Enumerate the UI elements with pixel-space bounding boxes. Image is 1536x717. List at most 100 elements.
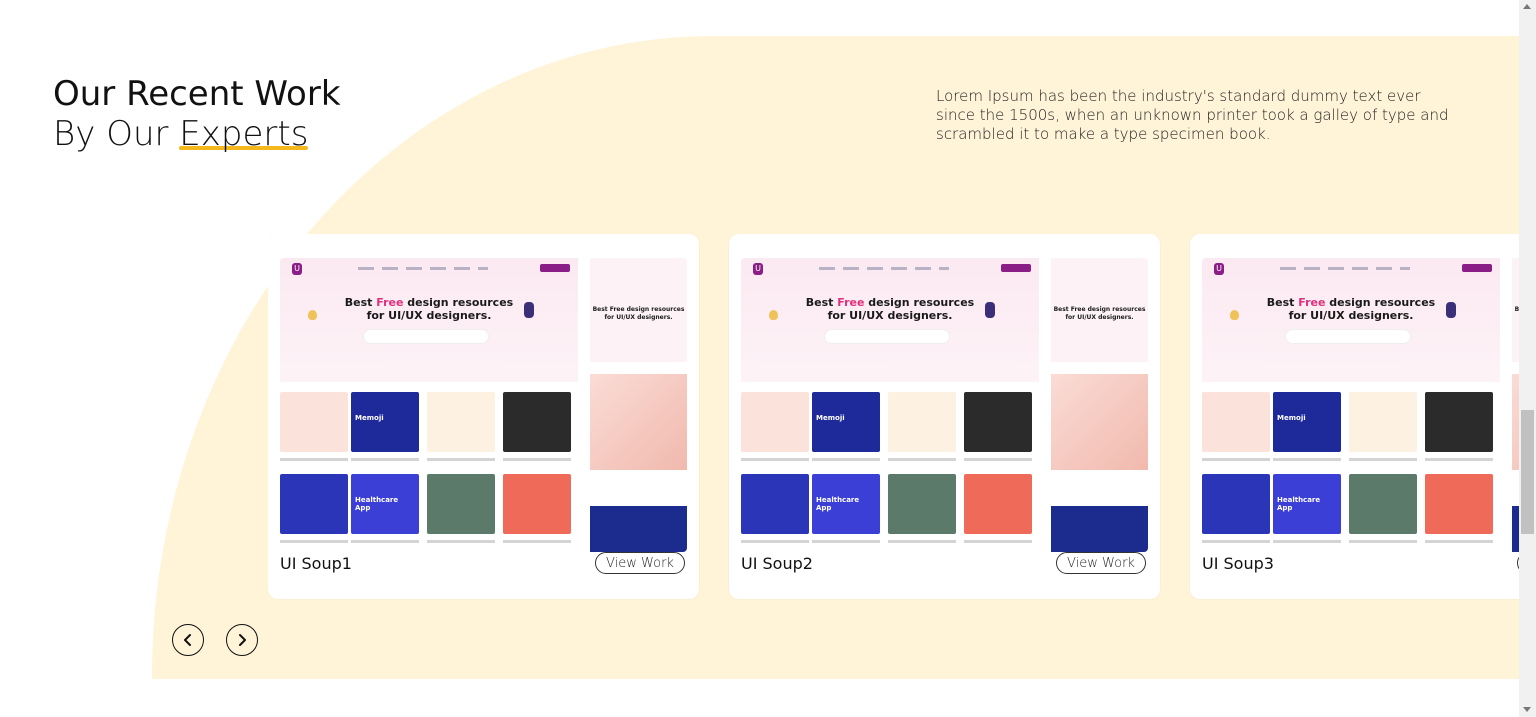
scroll-down-arrow-icon[interactable]	[1523, 707, 1531, 712]
preview-tile	[1202, 474, 1270, 534]
preview-tile-caption	[1425, 458, 1493, 461]
preview-tile: Healthcare App	[812, 474, 880, 534]
preview-tile-caption	[888, 458, 956, 461]
preview-nav-button	[1001, 264, 1031, 272]
heading-line-2-prefix: By Our	[53, 114, 180, 154]
work-card: U Best Free design resources for UI/UX de…	[268, 234, 699, 599]
chevron-left-icon	[184, 634, 191, 646]
hero-title-highlight: Free	[837, 296, 865, 309]
preview-tile-caption	[1273, 540, 1341, 543]
preview-tile-caption	[351, 540, 419, 543]
preview-tiles: Memoji Healthcare App	[280, 392, 578, 552]
view-work-button[interactable]: View Work	[595, 552, 685, 574]
preview-tile-caption	[964, 458, 1032, 461]
preview-search-bar	[364, 330, 488, 343]
preview-tile	[1425, 474, 1493, 534]
preview-tile	[280, 474, 348, 534]
preview-tile	[427, 392, 495, 452]
screenshot-side: Best Free design resources for UI/UX des…	[1051, 258, 1148, 552]
preview-nav	[358, 267, 488, 270]
screenshot-main: U Best Free design resources for UI/UX de…	[741, 258, 1039, 552]
balloon-icon	[1230, 310, 1239, 320]
preview-tile-caption	[964, 540, 1032, 543]
preview-hero-title: Best Free design resources for UI/UX des…	[344, 296, 514, 322]
preview-tile: Healthcare App	[1273, 474, 1341, 534]
work-screenshot[interactable]: U Best Free design resources for UI/UX de…	[1202, 258, 1520, 552]
preview-tile: Memoji	[1273, 392, 1341, 452]
preview-hero: U Best Free design resources for UI/UX de…	[1202, 258, 1500, 382]
preview-tile-caption	[812, 458, 880, 461]
page-scrollbar[interactable]	[1519, 0, 1536, 717]
carousel-prev-button[interactable]	[172, 624, 204, 656]
preview-tile-label: Memoji	[816, 414, 845, 422]
view-work-button[interactable]: View Work	[1056, 552, 1146, 574]
preview-tile	[888, 474, 956, 534]
preview-tile-caption	[280, 540, 348, 543]
astronaut-icon	[524, 302, 534, 318]
scrollbar-thumb[interactable]	[1521, 410, 1534, 534]
preview-nav	[1280, 267, 1410, 270]
preview-tile-caption	[351, 458, 419, 461]
preview-tile: Memoji	[812, 392, 880, 452]
balloon-icon	[308, 310, 317, 320]
hero-title-before: Best	[1266, 296, 1299, 309]
balloon-icon	[769, 310, 778, 320]
preview-tile	[741, 392, 809, 452]
preview-tile	[964, 392, 1032, 452]
preview-tile-caption	[888, 540, 956, 543]
section-heading: Our Recent Work By Our Experts	[53, 74, 341, 154]
preview-search-bar	[825, 330, 949, 343]
preview-tile	[1202, 392, 1270, 452]
preview-tile-label: Healthcare App	[1277, 496, 1321, 512]
preview-hero: U Best Free design resources for UI/UX de…	[280, 258, 578, 382]
chevron-right-icon	[239, 634, 246, 646]
hero-title-before: Best	[344, 296, 377, 309]
astronaut-icon	[985, 302, 995, 318]
heading-accent-text: Experts	[179, 114, 309, 154]
preview-logo-icon: U	[1214, 263, 1224, 275]
preview-tile-caption	[741, 458, 809, 461]
preview-tile	[503, 392, 571, 452]
preview-hero-title: Best Free design resources for UI/UX des…	[805, 296, 975, 322]
hero-title-before: Best	[805, 296, 838, 309]
preview-tile	[1349, 392, 1417, 452]
section-description: Lorem Ipsum has been the industry's stan…	[936, 87, 1449, 143]
hero-title-highlight: Free	[1298, 296, 1326, 309]
heading-line-1: Our Recent Work	[53, 74, 341, 114]
astronaut-icon	[1446, 302, 1456, 318]
heading-accent: Experts	[179, 114, 309, 154]
preview-logo-icon: U	[292, 263, 302, 275]
side-bottom-tile	[590, 506, 687, 552]
preview-tile: Memoji	[351, 392, 419, 452]
preview-tile-label: Memoji	[355, 414, 384, 422]
side-hero: Best Free design resources for UI/UX des…	[1051, 258, 1148, 362]
side-image	[1051, 374, 1148, 470]
preview-nav-button	[1462, 264, 1492, 272]
card-title: UI Soup3	[1202, 554, 1274, 573]
preview-tile-caption	[1273, 458, 1341, 461]
preview-tile-caption	[503, 540, 571, 543]
preview-tile-caption	[1349, 540, 1417, 543]
preview-tile-caption	[280, 458, 348, 461]
card-title: UI Soup2	[741, 554, 813, 573]
preview-tile-label: Healthcare App	[816, 496, 860, 512]
preview-tile	[1425, 392, 1493, 452]
preview-search-bar	[1286, 330, 1410, 343]
carousel-next-button[interactable]	[226, 624, 258, 656]
work-screenshot[interactable]: U Best Free design resources for UI/UX de…	[741, 258, 1148, 552]
preview-hero: U Best Free design resources for UI/UX de…	[741, 258, 1039, 382]
preview-tiles: Memoji Healthcare App	[1202, 392, 1500, 552]
preview-tile	[964, 474, 1032, 534]
work-screenshot[interactable]: U Best Free design resources for UI/UX de…	[280, 258, 687, 552]
preview-tile	[280, 392, 348, 452]
side-title: Best Free design resources for UI/UX des…	[592, 306, 685, 321]
screenshot-main: U Best Free design resources for UI/UX de…	[280, 258, 578, 552]
preview-tile-caption	[427, 540, 495, 543]
preview-tile-caption	[1349, 458, 1417, 461]
scroll-up-arrow-icon[interactable]	[1523, 4, 1531, 9]
side-bottom-tile	[1051, 506, 1148, 552]
screenshot-main: U Best Free design resources for UI/UX de…	[1202, 258, 1500, 552]
heading-line-2: By Our Experts	[53, 114, 341, 154]
preview-tile-label: Memoji	[1277, 414, 1306, 422]
preview-tile-caption	[741, 540, 809, 543]
